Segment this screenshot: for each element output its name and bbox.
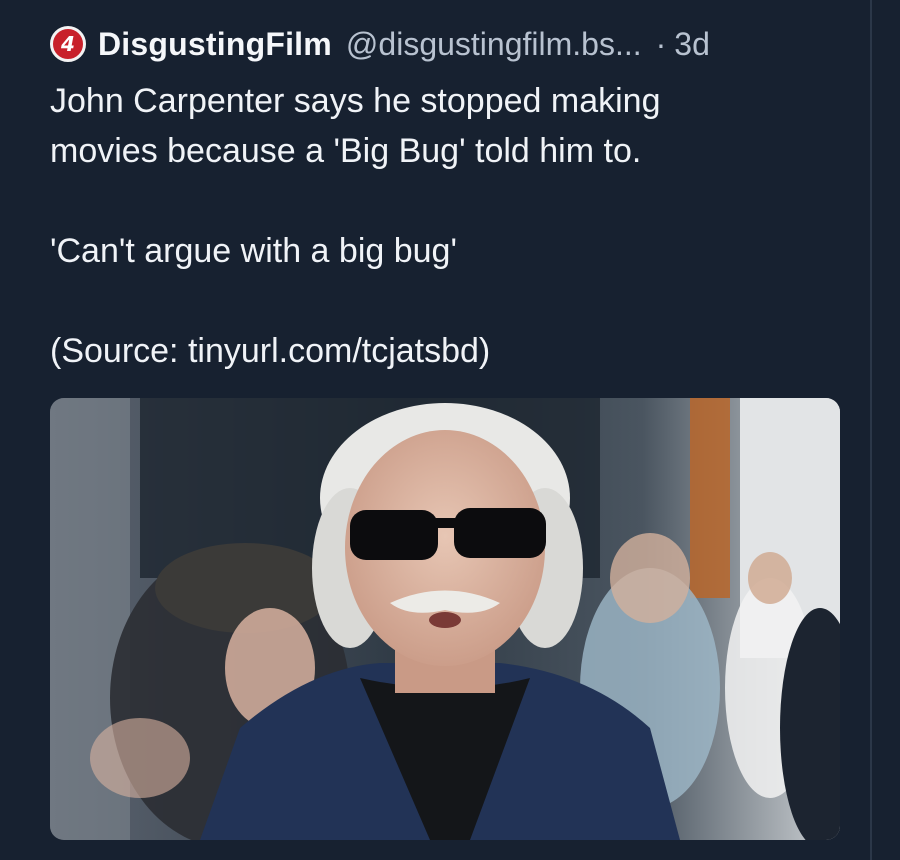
post-header: 4 DisgustingFilm @disgustingfilm.bs... ·…: [50, 22, 860, 66]
avatar[interactable]: 4: [50, 26, 86, 62]
post-line-2: movies because a 'Big Bug' told him to.: [50, 132, 642, 170]
post-line-3: 'Can't argue with a big bug': [50, 232, 457, 270]
post-timestamp[interactable]: 3d: [674, 26, 710, 63]
post-text: John Carpenter says he stopped making mo…: [50, 76, 850, 376]
post-line-4: (Source: tinyurl.com/tcjatsbd): [50, 332, 491, 370]
display-name[interactable]: DisgustingFilm: [98, 26, 332, 63]
avatar-glyph: 4: [61, 32, 75, 56]
post-image[interactable]: [50, 398, 840, 840]
photo-of-man-in-sunglasses-icon: [50, 398, 840, 840]
user-handle[interactable]: @disgustingfilm.bs...: [346, 26, 642, 63]
post-card[interactable]: 4 DisgustingFilm @disgustingfilm.bs... ·…: [0, 0, 900, 860]
post-border: [870, 0, 872, 860]
separator-dot: ·: [655, 25, 667, 62]
post-line-1: John Carpenter says he stopped making: [50, 82, 661, 120]
